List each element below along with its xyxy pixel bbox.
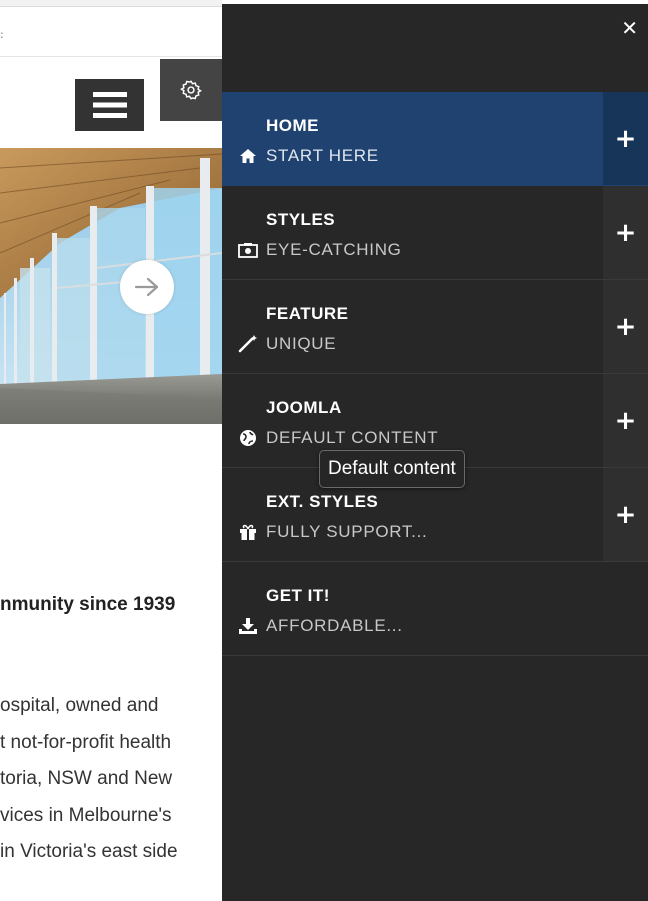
menu-toggle-button[interactable] — [75, 79, 144, 131]
expand-submenu-button[interactable]: + — [603, 186, 648, 279]
menu-item-home[interactable]: HOME START HERE + — [222, 92, 648, 186]
paragraph-line: vices in Melbourne's — [0, 804, 172, 826]
menu-item-subtitle: FULLY SUPPORT... — [266, 522, 428, 541]
expand-submenu-button[interactable]: + — [603, 92, 648, 185]
paragraph-line: toria, NSW and New — [0, 768, 173, 789]
menu-item-get-it[interactable]: GET IT! AFFORDABLE... — [222, 562, 648, 656]
download-icon — [238, 617, 258, 635]
tooltip: Default content — [319, 450, 465, 488]
magic-wand-icon — [238, 335, 258, 353]
hamburger-icon — [92, 92, 127, 118]
menu-item-subtitle: EYE-CATCHING — [266, 240, 402, 259]
paragraph-line: ospital, owned and — [0, 695, 159, 716]
page-tagline: nmunity since 1939 — [0, 594, 176, 615]
menu-item-feature[interactable]: FEATURE UNIQUE + — [222, 280, 648, 374]
menu-item-subtitle: AFFORDABLE... — [266, 616, 403, 635]
menu-item-title: JOOMLA — [266, 398, 342, 417]
menu-item-styles[interactable]: STYLES EYE-CATCHING + — [222, 186, 648, 280]
menu-item-subtitle: START HERE — [266, 146, 379, 165]
expand-submenu-button[interactable]: + — [603, 374, 648, 467]
menu-item-title: HOME — [266, 116, 319, 135]
menu-list: HOME START HERE + STYLES EYE-CATCHING + … — [222, 92, 648, 656]
text-caret: : — [0, 28, 4, 41]
menu-item-subtitle: UNIQUE — [266, 334, 337, 353]
menu-item-title: FEATURE — [266, 304, 349, 323]
paragraph-line: t not-for-profit health — [0, 731, 172, 753]
camera-icon — [238, 241, 258, 259]
top-bar: : — [0, 6, 222, 57]
close-icon: ✕ — [621, 16, 638, 40]
page-paragraph: ospital, owned and t not-for-profit heal… — [0, 688, 222, 871]
paragraph-line: in Victoria's east side — [0, 841, 178, 862]
expand-submenu-button[interactable]: + — [603, 468, 648, 561]
hero-image — [0, 148, 222, 424]
page-content: : nmunity since 1939 ospital, owned and … — [0, 0, 222, 901]
slider-next-button[interactable] — [120, 260, 174, 314]
arrow-right-icon — [134, 277, 159, 297]
menu-item-title: EXT. STYLES — [266, 492, 379, 511]
gear-icon — [180, 80, 202, 100]
home-icon — [238, 147, 258, 165]
menu-item-subtitle: DEFAULT CONTENT — [266, 428, 439, 447]
settings-gear-button[interactable] — [160, 59, 222, 121]
close-menu-button[interactable]: ✕ — [621, 18, 638, 38]
gift-icon — [238, 523, 258, 541]
menu-item-title: GET IT! — [266, 586, 330, 605]
menu-item-title: STYLES — [266, 210, 336, 229]
globe-icon — [238, 429, 258, 447]
expand-submenu-button[interactable]: + — [603, 280, 648, 373]
